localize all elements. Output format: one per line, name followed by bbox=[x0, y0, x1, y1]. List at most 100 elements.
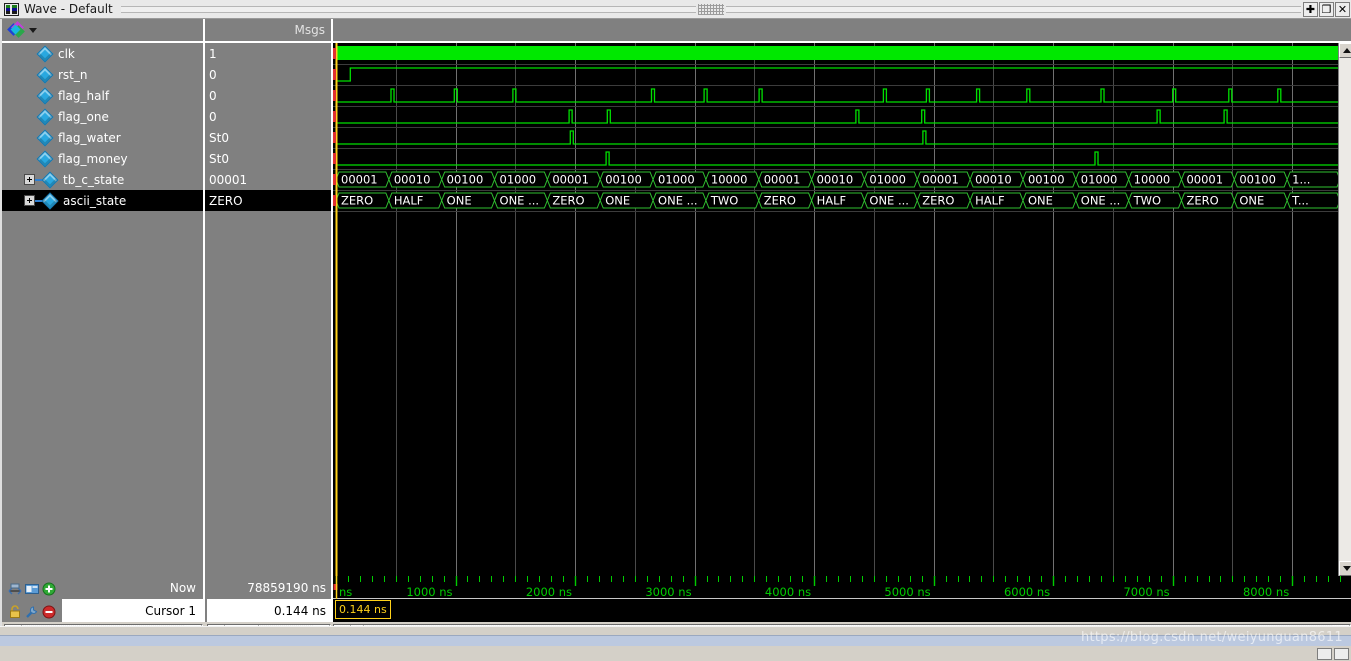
svg-text:TWO: TWO bbox=[1133, 194, 1161, 208]
svg-text:ZERO: ZERO bbox=[922, 194, 954, 208]
scroll-up-button[interactable] bbox=[1339, 43, 1351, 58]
chevron-down-icon[interactable] bbox=[29, 27, 37, 33]
signal-name-label: flag_half bbox=[58, 88, 110, 103]
signal-value-clk: 1 bbox=[209, 46, 217, 61]
svg-text:7000 ns: 7000 ns bbox=[1123, 585, 1169, 599]
svg-text:01000: 01000 bbox=[1081, 173, 1118, 187]
svg-text:00001: 00001 bbox=[1186, 173, 1223, 187]
wave-window-icon[interactable] bbox=[25, 581, 39, 595]
column-header-row: Msgs bbox=[2, 19, 1351, 43]
wave-frame: Msgs clk rst_n flag_half flag_one flag_water… bbox=[0, 19, 1351, 645]
signal-value-panel[interactable]: 1 0 0 0 St0 St0 00001 ZERO bbox=[205, 43, 333, 576]
signal-row-flag_water[interactable]: flag_water bbox=[2, 127, 203, 148]
wave-window-icon bbox=[4, 2, 19, 16]
signal-icon bbox=[36, 87, 54, 104]
cursor-row: Cursor 1 0.144 ns bbox=[2, 599, 1351, 622]
scroll-down-button[interactable] bbox=[1339, 561, 1351, 576]
signal-selector-icon[interactable] bbox=[7, 20, 25, 38]
wave-vertical-scrollbar[interactable] bbox=[1338, 43, 1351, 576]
waveform-canvas[interactable]: 00001 00010 00100 01000 00001 00100 01000 10000… bbox=[333, 43, 1338, 576]
svg-text:ONE ...: ONE ... bbox=[658, 194, 698, 208]
svg-text:00001: 00001 bbox=[764, 173, 801, 187]
zoom-fit-icon[interactable] bbox=[8, 581, 22, 595]
svg-text:HALF: HALF bbox=[975, 194, 1005, 208]
cursor-label[interactable]: Cursor 1 bbox=[62, 599, 205, 622]
signal-value-ascii_state: ZERO bbox=[205, 190, 331, 211]
maximize-restore-button[interactable]: ❐ bbox=[1319, 1, 1334, 17]
svg-text:ns: ns bbox=[339, 585, 352, 599]
signal-icon bbox=[41, 192, 59, 209]
svg-text:00001: 00001 bbox=[552, 173, 589, 187]
title-grip[interactable] bbox=[697, 3, 724, 15]
time-axis-ruler[interactable]: ns 1000 ns 2000 ns 3000 ns 4000 ns 5000 ns 600… bbox=[333, 576, 1351, 599]
now-value: 78859190 ns bbox=[207, 576, 333, 599]
window-footer bbox=[0, 626, 1351, 661]
footer-corner-buttons[interactable] bbox=[1317, 648, 1349, 661]
svg-text:01000: 01000 bbox=[658, 173, 695, 187]
svg-text:ONE: ONE bbox=[1239, 194, 1264, 208]
msgs-column-header[interactable]: Msgs bbox=[205, 19, 333, 43]
wave-column-header bbox=[333, 19, 1351, 43]
svg-text:4000 ns: 4000 ns bbox=[765, 585, 811, 599]
signal-icon bbox=[36, 129, 54, 146]
svg-text:HALF: HALF bbox=[394, 194, 424, 208]
cursor-track[interactable] bbox=[333, 599, 1351, 622]
svg-text:ONE ...: ONE ... bbox=[1081, 194, 1121, 208]
signal-name-panel[interactable]: clk rst_n flag_half flag_one flag_water flag_… bbox=[2, 43, 205, 576]
signal-icon bbox=[36, 150, 54, 167]
signal-name-label: clk bbox=[58, 46, 75, 61]
svg-text:ONE: ONE bbox=[447, 194, 472, 208]
signal-name-label: flag_money bbox=[58, 151, 128, 166]
signal-row-clk[interactable]: clk bbox=[2, 43, 203, 64]
svg-text:8000 ns: 8000 ns bbox=[1243, 585, 1289, 599]
footer-button-2[interactable] bbox=[1334, 648, 1349, 660]
lock-icon[interactable] bbox=[8, 604, 22, 618]
svg-text:ONE ...: ONE ... bbox=[500, 194, 540, 208]
now-toolbar bbox=[2, 576, 62, 599]
svg-text:00010: 00010 bbox=[817, 173, 854, 187]
svg-text:T...: T... bbox=[1291, 194, 1309, 208]
cursor-value[interactable]: 0.144 ns bbox=[207, 599, 333, 622]
signal-value-tb_c_state: 00001 bbox=[209, 172, 248, 187]
add-cursor-icon[interactable] bbox=[42, 581, 56, 595]
svg-text:00100: 00100 bbox=[605, 173, 642, 187]
svg-text:5000 ns: 5000 ns bbox=[884, 585, 930, 599]
signal-name-label: tb_c_state bbox=[63, 172, 125, 187]
svg-text:1...: 1... bbox=[1292, 173, 1310, 187]
delete-cursor-icon[interactable] bbox=[42, 604, 56, 618]
svg-text:ZERO: ZERO bbox=[1186, 194, 1218, 208]
signal-icon bbox=[36, 66, 54, 83]
svg-text:1000 ns: 1000 ns bbox=[406, 585, 452, 599]
svg-text:HALF: HALF bbox=[817, 194, 847, 208]
signal-row-rst_n[interactable]: rst_n bbox=[2, 64, 203, 85]
svg-text:ZERO: ZERO bbox=[341, 194, 373, 208]
svg-text:2000 ns: 2000 ns bbox=[526, 585, 572, 599]
cursor-toolbar bbox=[2, 599, 62, 622]
window-title: Wave - Default bbox=[24, 2, 113, 16]
svg-text:00100: 00100 bbox=[447, 173, 484, 187]
configure-icon[interactable] bbox=[25, 604, 39, 618]
signal-row-ascii_state[interactable]: ascii_state bbox=[2, 190, 203, 211]
svg-text:ONE: ONE bbox=[605, 194, 630, 208]
name-column-header[interactable] bbox=[2, 19, 205, 43]
signal-icon bbox=[41, 171, 59, 188]
cursor-time-badge[interactable]: 0.144 ns bbox=[335, 600, 391, 619]
signal-value-flag_water: St0 bbox=[209, 130, 229, 145]
svg-text:ONE: ONE bbox=[1028, 194, 1053, 208]
svg-text:00010: 00010 bbox=[394, 173, 431, 187]
now-row: Now 78859190 ns ns 1000 ns 2000 ns 3000 ns 4… bbox=[2, 576, 1351, 599]
signal-row-tb_c_state[interactable]: tb_c_state bbox=[2, 169, 203, 190]
undock-button[interactable]: ✚ bbox=[1303, 1, 1318, 17]
expand-toggle-ascii_state[interactable] bbox=[24, 195, 35, 206]
window-title-bar: Wave - Default ✚ ❐ ✕ bbox=[0, 0, 1351, 19]
signal-row-flag_money[interactable]: flag_money bbox=[2, 148, 203, 169]
expand-toggle-tb_c_state[interactable] bbox=[24, 174, 35, 185]
waveform-svg: 00001 00010 00100 01000 00001 00100 01000 10000… bbox=[333, 43, 1338, 576]
signal-row-flag_half[interactable]: flag_half bbox=[2, 85, 203, 106]
svg-text:01000: 01000 bbox=[500, 173, 537, 187]
svg-text:00010: 00010 bbox=[975, 173, 1012, 187]
svg-text:ZERO: ZERO bbox=[552, 194, 584, 208]
close-button[interactable]: ✕ bbox=[1335, 1, 1350, 17]
signal-row-flag_one[interactable]: flag_one bbox=[2, 106, 203, 127]
footer-button-1[interactable] bbox=[1317, 648, 1332, 660]
